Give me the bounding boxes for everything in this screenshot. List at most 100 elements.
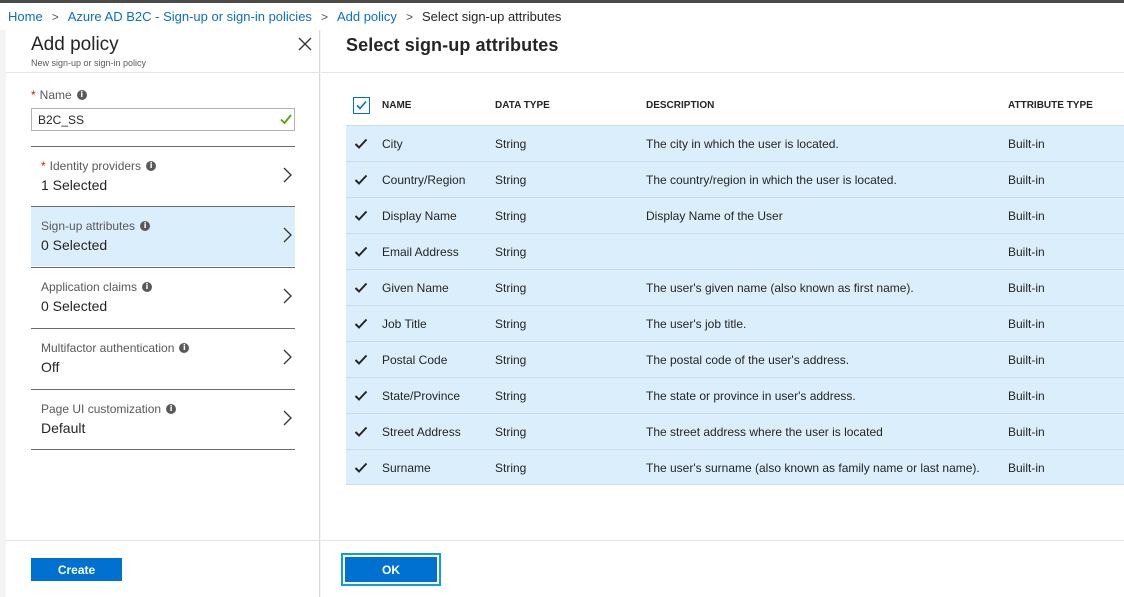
- multifactor-authentication-label: Multifactor authentication i: [41, 341, 190, 355]
- row-checkbox[interactable]: [354, 425, 368, 439]
- breadcrumb: Home > Azure AD B2C - Sign-up or sign-in…: [0, 3, 1124, 30]
- name-input[interactable]: [31, 108, 295, 131]
- cell-name: Display Name: [382, 209, 457, 223]
- required-mark: *: [31, 88, 36, 102]
- row-checkbox[interactable]: [354, 317, 368, 331]
- cell-data-type: String: [495, 425, 527, 439]
- row-checkbox[interactable]: [354, 137, 368, 151]
- cell-data-type: String: [495, 173, 527, 187]
- chevron-right-icon: [283, 349, 292, 365]
- name-label-text: Name: [39, 88, 72, 102]
- chevron-right-icon: [283, 227, 292, 243]
- cell-description: The user's surname (also known as family…: [646, 461, 980, 475]
- cell-name: State/Province: [382, 389, 461, 403]
- name-field: * Name i: [31, 88, 296, 131]
- application-claims-item[interactable]: Application claims i 0 Selected: [31, 267, 295, 327]
- name-label: * Name i: [31, 88, 87, 102]
- row-checkbox[interactable]: [354, 389, 368, 403]
- cell-attribute-type: Built-in: [1008, 389, 1045, 403]
- identity-providers-value: 1 Selected: [41, 177, 108, 193]
- valid-checkmark-icon: [280, 114, 292, 125]
- breadcrumb-home-link[interactable]: Home: [8, 9, 43, 24]
- breadcrumb-current: Select sign-up attributes: [421, 9, 562, 24]
- info-icon[interactable]: i: [179, 343, 190, 353]
- application-claims-value: 0 Selected: [41, 298, 108, 314]
- attributes-table: NAME DATA TYPE DESCRIPTION ATTRIBUTE TYP…: [346, 90, 1124, 485]
- sign-up-attributes-label-text: Sign-up attributes: [41, 219, 136, 233]
- cell-attribute-type: Built-in: [1008, 353, 1045, 367]
- sign-up-attributes-value: 0 Selected: [41, 237, 108, 253]
- cell-attribute-type: Built-in: [1008, 281, 1045, 295]
- close-icon[interactable]: [297, 36, 313, 52]
- cell-name: Postal Code: [382, 353, 448, 367]
- cell-description: Display Name of the User: [646, 209, 783, 223]
- row-checkbox[interactable]: [354, 245, 368, 259]
- row-checkbox[interactable]: [354, 281, 368, 295]
- cell-data-type: String: [495, 461, 527, 475]
- table-row[interactable]: Postal Code String The postal code of the …: [346, 341, 1124, 377]
- info-icon[interactable]: i: [166, 404, 177, 414]
- breadcrumb-add-policy-link[interactable]: Add policy: [337, 9, 397, 24]
- table-row[interactable]: Country/Region String The country/region i…: [346, 161, 1124, 197]
- table-header: NAME DATA TYPE DESCRIPTION ATTRIBUTE TYP…: [346, 90, 1124, 125]
- ok-button[interactable]: OK: [345, 557, 437, 582]
- multifactor-authentication-value: Off: [41, 359, 60, 375]
- info-icon[interactable]: i: [146, 161, 157, 171]
- row-checkbox[interactable]: [354, 209, 368, 223]
- blade-header: Add policy New sign-up or sign-in policy: [6, 30, 320, 73]
- row-checkbox[interactable]: [354, 173, 368, 187]
- multifactor-authentication-item[interactable]: Multifactor authentication i Off: [31, 328, 295, 388]
- column-header-name: NAME: [382, 100, 412, 111]
- page-ui-customization-item[interactable]: Page UI customization i Default: [31, 389, 295, 449]
- cell-name: Street Address: [382, 425, 461, 439]
- identity-providers-item[interactable]: * Identity providers i 1 Selected: [31, 146, 295, 206]
- cell-data-type: String: [495, 317, 527, 331]
- column-header-description: DESCRIPTION: [646, 100, 715, 111]
- blade-subtitle: New sign-up or sign-in policy: [31, 58, 147, 68]
- table-row[interactable]: State/Province String The state or provinc…: [346, 377, 1124, 413]
- checkmark-icon: [356, 100, 367, 110]
- cell-name: City: [382, 137, 403, 151]
- page-ui-customization-value: Default: [41, 420, 86, 436]
- cell-description: The city in which the user is located.: [646, 137, 839, 151]
- create-button[interactable]: Create: [31, 558, 122, 581]
- table-row[interactable]: Given Name String The user's given name (a…: [346, 269, 1124, 305]
- select-all-checkbox[interactable]: [353, 97, 370, 114]
- cell-data-type: String: [495, 353, 527, 367]
- table-row[interactable]: Display Name String Display Name of the Us…: [346, 197, 1124, 233]
- breadcrumb-b2c-policies-link[interactable]: Azure AD B2C - Sign-up or sign-in polici…: [68, 9, 312, 24]
- cell-data-type: String: [495, 281, 527, 295]
- table-row[interactable]: Email Address String Built-in: [346, 233, 1124, 269]
- cell-name: Given Name: [382, 281, 449, 295]
- table-row[interactable]: City String The city in which the user is …: [346, 125, 1124, 161]
- divider: [31, 449, 295, 450]
- table-row[interactable]: Job Title String The user's job title. Buil…: [346, 305, 1124, 341]
- cell-attribute-type: Built-in: [1008, 173, 1045, 187]
- cell-data-type: String: [495, 389, 527, 403]
- blade-title: Select sign-up attributes: [346, 35, 559, 55]
- sign-up-attributes-label: Sign-up attributes i: [41, 219, 151, 233]
- info-icon[interactable]: i: [140, 221, 151, 231]
- info-icon[interactable]: i: [142, 282, 153, 292]
- sign-up-attributes-item[interactable]: Sign-up attributes i 0 Selected: [31, 206, 295, 266]
- row-checkbox[interactable]: [354, 353, 368, 367]
- cell-attribute-type: Built-in: [1008, 137, 1045, 151]
- cell-data-type: String: [495, 209, 527, 223]
- cell-attribute-type: Built-in: [1008, 461, 1045, 475]
- cell-name: Surname: [382, 461, 431, 475]
- application-claims-label-text: Application claims: [41, 280, 138, 294]
- chevron-right-icon: [283, 288, 292, 304]
- blade-footer: OK: [321, 540, 1124, 597]
- info-icon[interactable]: i: [76, 90, 87, 100]
- row-checkbox[interactable]: [354, 461, 368, 475]
- select-sign-up-attributes-blade: Select sign-up attributes NAME DATA TYPE…: [321, 30, 1124, 597]
- add-policy-blade: Add policy New sign-up or sign-in policy…: [6, 30, 320, 597]
- cell-description: The street address where the user is loc…: [646, 425, 883, 439]
- blade-title: Add policy: [31, 34, 119, 55]
- cell-data-type: String: [495, 245, 527, 259]
- table-row[interactable]: Surname String The user's surname (also kn…: [346, 449, 1124, 485]
- table-row[interactable]: Street Address String The street address w…: [346, 413, 1124, 449]
- identity-providers-label: * Identity providers i: [41, 159, 157, 173]
- cell-name: Job Title: [382, 317, 427, 331]
- cell-data-type: String: [495, 137, 527, 151]
